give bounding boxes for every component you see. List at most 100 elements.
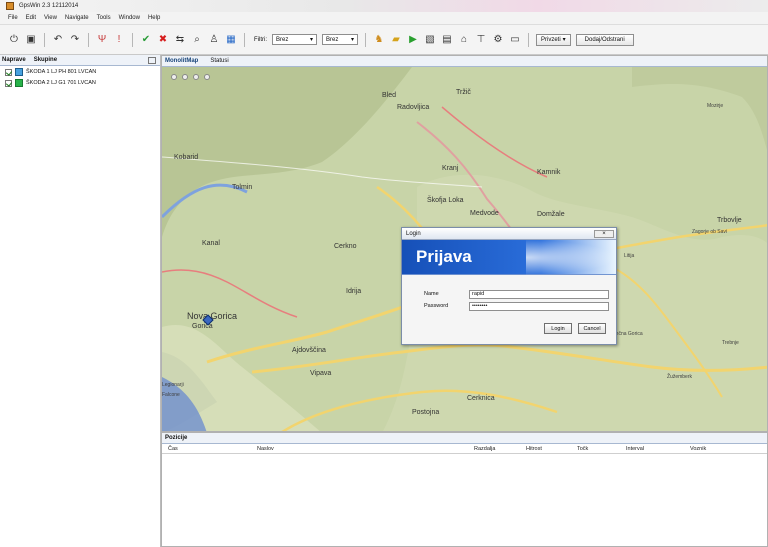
picture-icon[interactable]: ▧: [424, 34, 436, 46]
dodaj-odstrani-button[interactable]: Dodaj/Odstrani: [575, 33, 634, 46]
table-icon[interactable]: ▤: [441, 34, 453, 46]
map-place: Radovljica: [397, 104, 430, 111]
privzeti-button[interactable]: Privzeti ▾: [536, 33, 571, 46]
map-place: Trebnje: [722, 340, 739, 346]
name-input[interactable]: rapid: [469, 289, 609, 299]
password-input[interactable]: ••••••••: [469, 301, 609, 311]
device-checkbox[interactable]: [5, 79, 12, 87]
tab-statusi[interactable]: Statusi: [210, 58, 228, 64]
map-place: Kamnik: [537, 169, 561, 176]
device-panel: Naprave Skupine ŠKODA 1 LJ PH 801 LVCAN …: [0, 55, 161, 547]
map-place: Legionarji: [162, 382, 184, 388]
login-dialog: Login × Prijava Name rapid Password ••••…: [401, 227, 617, 345]
menu-window[interactable]: Window: [119, 15, 140, 21]
people-icon[interactable]: ♙: [208, 34, 220, 46]
menu-bar: File Edit View Navigate Tools Window Hel…: [0, 12, 768, 24]
user-icon[interactable]: ♞: [373, 34, 385, 46]
close-icon[interactable]: ×: [594, 229, 614, 238]
tab-monolitmap[interactable]: MonolitMap: [165, 58, 198, 64]
column-header-cas[interactable]: Čas: [168, 446, 178, 452]
zoom-out-icon[interactable]: [182, 74, 188, 80]
marker-icon[interactable]: !: [113, 34, 125, 46]
tower-icon[interactable]: ⊤: [475, 34, 487, 46]
delete-icon[interactable]: ✖: [157, 34, 169, 46]
play-icon[interactable]: ▶: [407, 34, 419, 46]
map-place: Cerknica: [467, 395, 495, 402]
map-place: Medvode: [470, 210, 499, 217]
vehicle-icon: [15, 79, 23, 87]
toolbar-separator: [244, 32, 245, 47]
map-place: Zagorje ob Savi: [692, 229, 728, 235]
column-header-tock[interactable]: Točk: [577, 446, 588, 452]
undo-icon[interactable]: ↶: [52, 34, 64, 46]
main-toolbar: ⏻ ▣ ↶ ↷ Ψ ! ✔ ✖ ⇆ ⌕ ♙ ▦ Filtri: Brez ▾ Br…: [0, 24, 768, 55]
lock-icon[interactable]: ▣: [25, 34, 37, 46]
filter-label: Filtri:: [254, 36, 267, 43]
redo-icon[interactable]: ↷: [69, 34, 81, 46]
antenna-icon[interactable]: Ψ: [96, 34, 108, 46]
column-header-interval[interactable]: Interval: [626, 446, 644, 452]
map-tools: [171, 74, 210, 80]
monitor-icon[interactable]: ▭: [509, 34, 521, 46]
route-icon[interactable]: ⇆: [174, 34, 186, 46]
column-header-hitrost[interactable]: Hitrost: [526, 446, 542, 452]
check-icon[interactable]: ✔: [140, 34, 152, 46]
device-row[interactable]: ŠKODA 1 LJ PH 801 LVCAN: [0, 67, 160, 77]
chevron-down-icon: ▾: [562, 37, 566, 43]
toolbar-separator: [88, 32, 89, 47]
login-button[interactable]: Login: [544, 323, 572, 334]
column-header-voznik[interactable]: Voznik: [690, 446, 706, 452]
map-place: Žužemberk: [667, 374, 693, 380]
map-place: Postojna: [412, 409, 440, 416]
pan-icon[interactable]: [204, 74, 210, 80]
column-header-razdalja[interactable]: Razdalja: [474, 446, 495, 452]
app-logo-icon: [6, 2, 14, 10]
map-place: Cerkno: [334, 243, 357, 250]
zoom-in-icon[interactable]: [171, 74, 177, 80]
device-checkbox[interactable]: [5, 68, 12, 76]
map-place: Ajdovščina: [292, 347, 326, 354]
map-place: Trbovlje: [717, 217, 742, 224]
refresh-icon[interactable]: [193, 74, 199, 80]
vehicle-icon: [15, 68, 23, 76]
login-heading: Prijava: [416, 247, 472, 266]
settings-icon[interactable]: ⚙: [492, 34, 504, 46]
colorful-map-icon[interactable]: ▦: [225, 34, 237, 46]
power-icon[interactable]: ⏻: [8, 34, 20, 46]
filter-select-2-value: Brez: [326, 36, 339, 43]
cancel-button[interactable]: Cancel: [578, 323, 606, 334]
menu-file[interactable]: File: [8, 15, 18, 21]
name-label: Name: [424, 291, 439, 297]
filter-select-1[interactable]: Brez ▾: [272, 34, 317, 45]
tab-skupine[interactable]: Skupine: [34, 57, 57, 63]
menu-view[interactable]: View: [44, 15, 57, 21]
device-icon[interactable]: ⌂: [458, 34, 470, 46]
toolbar-separator: [44, 32, 45, 47]
tab-naprave[interactable]: Naprave: [2, 57, 26, 63]
password-row: Password ••••••••: [424, 301, 609, 311]
positions-tabbar: Pozicije: [162, 433, 767, 444]
search-icon[interactable]: ⌕: [191, 34, 203, 46]
menu-help[interactable]: Help: [148, 15, 160, 21]
device-panel-tabs: Naprave Skupine: [0, 55, 160, 66]
tab-pozicije[interactable]: Pozicije: [165, 435, 187, 441]
device-label: ŠKODA 1 LJ PH 801 LVCAN: [26, 69, 97, 75]
title-bar: GpsWin 2.3 12112014: [0, 0, 768, 12]
minimize-icon[interactable]: [148, 56, 156, 64]
positions-panel: Pozicije Čas Naslov Razdalja Hitrost Toč…: [161, 432, 768, 547]
login-dialog-title-bar: Login ×: [402, 228, 616, 240]
dialog-buttons: Login Cancel: [544, 323, 606, 334]
column-header-naslov[interactable]: Naslov: [257, 446, 274, 452]
device-row[interactable]: ŠKODA 2 LJ G1 701 LVCAN: [0, 78, 160, 88]
filter-select-2[interactable]: Brez ▾: [322, 34, 358, 45]
map-place: Tržič: [456, 89, 471, 96]
privzeti-label: Privzeti: [541, 36, 561, 43]
map-place: Kanal: [202, 240, 220, 247]
menu-edit[interactable]: Edit: [26, 15, 36, 21]
folder-icon[interactable]: ▰: [390, 34, 402, 46]
map-place: Bled: [382, 92, 397, 99]
filter-select-1-value: Brez: [276, 36, 289, 43]
menu-tools[interactable]: Tools: [97, 15, 111, 21]
map-place: Mozirje: [707, 103, 724, 109]
menu-navigate[interactable]: Navigate: [65, 15, 89, 21]
